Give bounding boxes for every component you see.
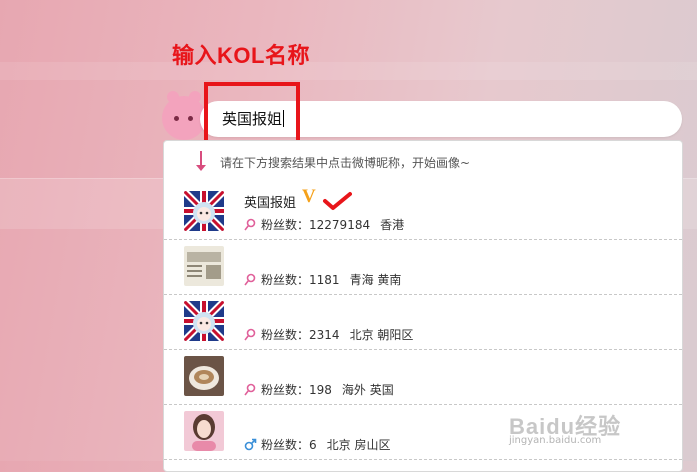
result-meta: 粉丝数：2314 北京 朝阳区 (244, 326, 413, 343)
fans-label: 粉丝数： (261, 218, 310, 232)
result-meta: 粉丝数：198 海外 英国 (244, 381, 394, 398)
portrait-avatar-icon (184, 411, 224, 451)
coffee-cup-avatar-icon (184, 356, 224, 396)
list-item[interactable]: 粉丝数：2314 北京 朝阳区 (164, 295, 682, 350)
female-icon (244, 273, 256, 286)
result-name[interactable]: 英国报姐 (244, 192, 296, 211)
union-jack-avatar-icon (184, 191, 224, 231)
arrow-down-icon (196, 151, 206, 171)
avatar[interactable] (184, 356, 224, 396)
background-band (0, 62, 697, 80)
fans-label: 粉丝数： (261, 273, 310, 287)
fans-count: 6 (309, 438, 317, 452)
region: 黄南 (377, 273, 402, 287)
female-icon (244, 383, 256, 396)
annotation-title: 输入KOL名称 (172, 43, 310, 68)
hint-text: 请在下方搜索结果中点击微博昵称，开始画像~ (220, 156, 471, 170)
mascot-eye (174, 116, 179, 121)
union-jack-avatar-icon (184, 301, 224, 341)
annotation-highlight-box (204, 82, 300, 146)
verified-badge-icon: V (302, 186, 316, 207)
fans-label: 粉丝数： (261, 438, 310, 452)
watermark-url: jingyan.baidu.com (509, 435, 602, 446)
result-meta: 粉丝数：12279184 香港 (244, 216, 404, 233)
male-icon (244, 438, 257, 451)
fans-count: 198 (309, 383, 332, 397)
female-icon (244, 328, 256, 341)
results-hint: 请在下方搜索结果中点击微博昵称，开始画像~ (164, 141, 682, 183)
newspaper-avatar-icon (184, 246, 224, 286)
region: 海外 (341, 383, 366, 397)
fans-label: 粉丝数： (261, 383, 310, 397)
result-meta: 粉丝数：6 北京 房山区 (244, 436, 391, 453)
region: 房山区 (354, 438, 391, 452)
region: 青海 (349, 273, 374, 287)
region: 香港 (380, 218, 405, 232)
avatar[interactable] (184, 301, 224, 341)
region: 北京 (349, 328, 374, 342)
region: 朝阳区 (377, 328, 414, 342)
fans-count: 12279184 (309, 218, 371, 232)
avatar[interactable] (184, 411, 224, 451)
avatar[interactable] (184, 191, 224, 231)
female-icon (244, 218, 256, 231)
avatar[interactable] (184, 246, 224, 286)
list-item[interactable]: 粉丝数：1181 青海 黄南 (164, 240, 682, 295)
watermark: Baidu经验 jingyan.baidu.com (509, 409, 659, 449)
result-meta: 粉丝数：1181 青海 黄南 (244, 271, 401, 288)
region: 北京 (326, 438, 351, 452)
list-item[interactable]: 粉丝数：198 海外 英国 (164, 350, 682, 405)
fans-label: 粉丝数： (261, 328, 310, 342)
checkmark-icon (323, 192, 352, 210)
fans-count: 2314 (309, 328, 340, 342)
fans-count: 1181 (309, 273, 340, 287)
list-item[interactable]: 英国报姐 V 粉丝数：12279184 香港 (164, 185, 682, 240)
mascot-eye (188, 116, 193, 121)
region: 英国 (369, 383, 394, 397)
